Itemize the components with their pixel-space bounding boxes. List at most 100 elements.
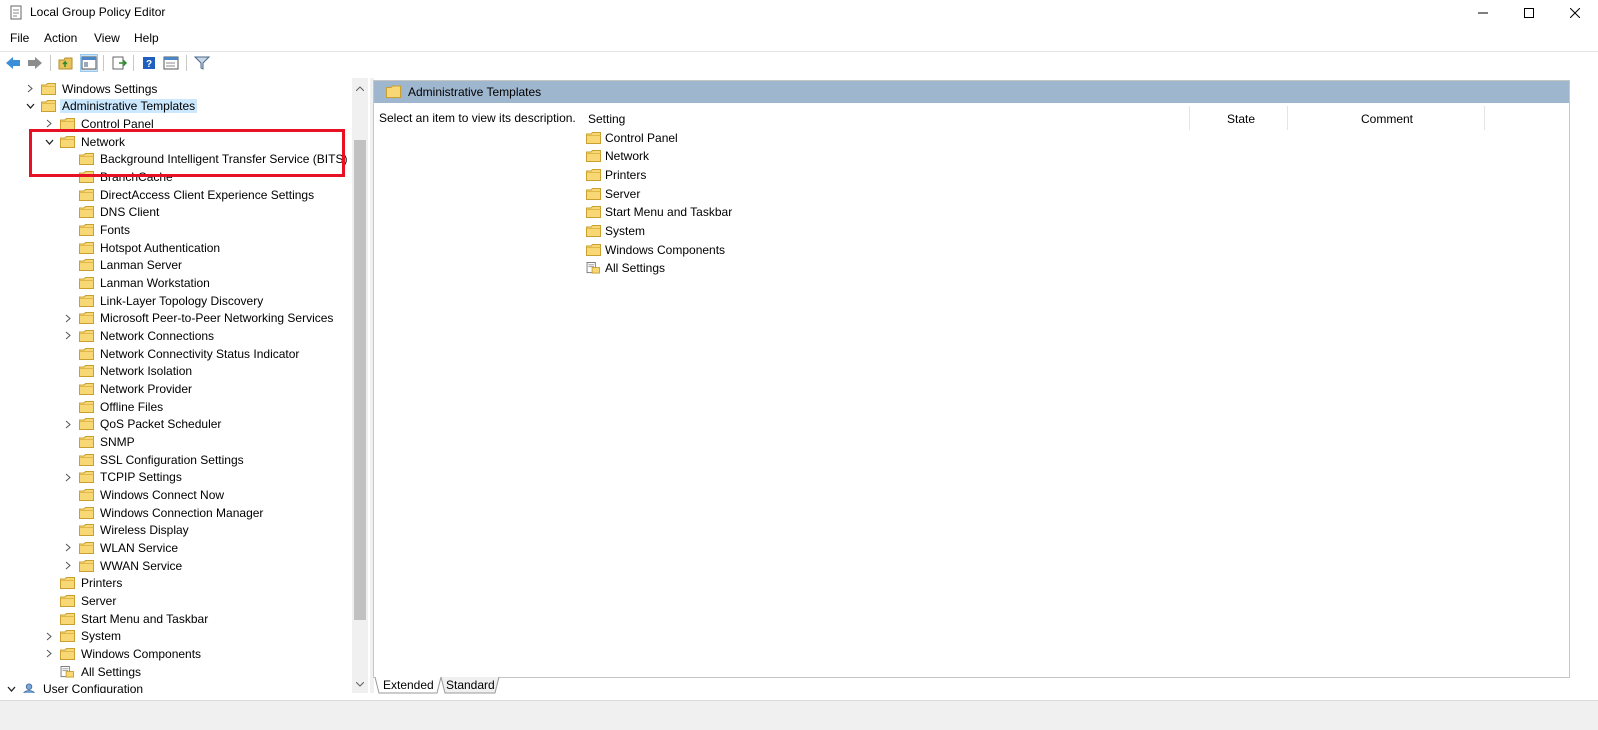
tab-standard[interactable]: Standard xyxy=(438,677,503,693)
chevron-right-icon[interactable] xyxy=(43,630,55,642)
tree-item[interactable]: WLAN Service xyxy=(62,539,180,556)
tree-item[interactable]: Network Connections xyxy=(62,327,216,344)
tree-item[interactable]: DirectAccess Client Experience Settings xyxy=(62,186,316,203)
list-item[interactable]: Control Panel xyxy=(586,129,678,146)
tree-item-label: Network Connections xyxy=(100,328,215,343)
tree-item[interactable]: Microsoft Peer-to-Peer Networking Servic… xyxy=(62,310,335,327)
tree-item[interactable]: Fonts xyxy=(62,221,132,238)
tree-item[interactable]: Start Menu and Taskbar xyxy=(43,610,210,627)
tree-item[interactable]: System xyxy=(43,628,123,645)
show-hide-console-tree-button[interactable] xyxy=(80,54,98,72)
chevron-right-icon[interactable] xyxy=(62,542,74,554)
chevron-down-icon[interactable] xyxy=(24,100,36,112)
tree-item[interactable]: Network Provider xyxy=(62,380,194,397)
tree-item[interactable]: SNMP xyxy=(62,433,137,450)
tree-item[interactable]: QoS Packet Scheduler xyxy=(62,416,223,433)
tab-extended[interactable]: Extended xyxy=(375,677,442,693)
chevron-down-icon[interactable] xyxy=(43,136,55,148)
export-list-button[interactable] xyxy=(110,54,128,72)
tree-item[interactable]: Network xyxy=(43,133,127,150)
column-comment[interactable]: Comment xyxy=(1361,108,1413,130)
properties-button[interactable] xyxy=(162,54,180,72)
list-item[interactable]: Network xyxy=(586,148,649,165)
tree-item[interactable]: Server xyxy=(43,592,118,609)
column-setting[interactable]: Setting xyxy=(588,108,625,130)
folder-icon xyxy=(79,453,94,466)
chevron-right-icon[interactable] xyxy=(43,118,55,130)
tree-item[interactable]: Link-Layer Topology Discovery xyxy=(62,292,265,309)
tree-item[interactable]: Network Connectivity Status Indicator xyxy=(62,345,301,362)
tree-item[interactable]: Lanman Workstation xyxy=(62,274,212,291)
chevron-right-icon[interactable] xyxy=(62,312,74,324)
chevron-right-icon[interactable] xyxy=(62,560,74,572)
help-button[interactable]: ? xyxy=(140,54,158,72)
toolbar: ? xyxy=(0,51,1598,74)
tree-item[interactable]: Lanman Server xyxy=(62,257,184,274)
scroll-thumb[interactable] xyxy=(354,140,366,620)
column-state[interactable]: State xyxy=(1227,108,1255,130)
tree-item[interactable]: WWAN Service xyxy=(62,557,184,574)
list-item[interactable]: System xyxy=(586,223,645,240)
tree-item-label: Hotspot Authentication xyxy=(100,240,221,255)
menu-help[interactable]: Help xyxy=(134,31,159,45)
tree-item[interactable]: Wireless Display xyxy=(62,522,191,539)
tree-item-label: Link-Layer Topology Discovery xyxy=(100,293,264,308)
list-item[interactable]: Printers xyxy=(586,166,646,183)
folder-icon xyxy=(60,577,75,590)
up-one-level-button[interactable] xyxy=(57,54,75,72)
tree-item[interactable]: User Configuration xyxy=(5,681,145,693)
tree-item[interactable]: BranchCache xyxy=(62,168,175,185)
chevron-right-icon[interactable] xyxy=(62,418,74,430)
filter-button[interactable] xyxy=(193,54,211,72)
tree-item[interactable]: Hotspot Authentication xyxy=(62,239,222,256)
list-item[interactable]: All Settings xyxy=(586,260,665,277)
back-button[interactable] xyxy=(4,54,22,72)
folder-icon xyxy=(586,168,601,181)
tree-item[interactable]: TCPIP Settings xyxy=(62,469,184,486)
scroll-down-icon[interactable] xyxy=(352,676,368,692)
chevron-right-icon[interactable] xyxy=(62,330,74,342)
tree-item[interactable]: Background Intelligent Transfer Service … xyxy=(62,151,349,168)
tree-scrollbar[interactable] xyxy=(352,78,368,693)
tree-item[interactable]: Offline Files xyxy=(62,398,165,415)
tree-item[interactable]: All Settings xyxy=(43,663,143,680)
chevron-right-icon[interactable] xyxy=(43,648,55,660)
tree-item-icon xyxy=(79,329,98,342)
tree-item-label: Windows Components xyxy=(81,646,202,661)
tree-item[interactable]: SSL Configuration Settings xyxy=(62,451,246,468)
tree-item-icon xyxy=(41,82,60,95)
list-item-icon xyxy=(586,150,605,163)
column-comment-label: Comment xyxy=(1361,112,1414,126)
list-item[interactable]: Windows Components xyxy=(586,241,725,258)
tree-item[interactable]: Administrative Templates xyxy=(24,98,198,115)
menu-view[interactable]: View xyxy=(94,31,120,45)
folder-icon xyxy=(60,612,75,625)
maximize-button[interactable] xyxy=(1506,0,1552,26)
list-item[interactable]: Server xyxy=(586,185,640,202)
minimize-button[interactable] xyxy=(1460,0,1506,26)
forward-button[interactable] xyxy=(26,54,44,72)
tree-item[interactable]: Windows Connect Now xyxy=(62,486,226,503)
tree-item[interactable]: Control Panel xyxy=(43,115,156,132)
chevron-down-icon[interactable] xyxy=(5,683,17,693)
tree-item[interactable]: Windows Settings xyxy=(24,80,159,97)
folder-icon xyxy=(79,488,94,501)
menu-file[interactable]: File xyxy=(10,31,29,45)
close-button[interactable] xyxy=(1552,0,1598,26)
scroll-up-icon[interactable] xyxy=(352,80,368,96)
tree-item-icon xyxy=(41,100,60,113)
tree-item[interactable]: Windows Components xyxy=(43,645,203,662)
chevron-right-icon[interactable] xyxy=(24,83,36,95)
list-item[interactable]: Start Menu and Taskbar xyxy=(586,204,732,221)
tree-item[interactable]: DNS Client xyxy=(62,204,161,221)
tree-item[interactable]: Network Isolation xyxy=(62,363,194,380)
tree-item[interactable]: Printers xyxy=(43,575,124,592)
chevron-right-icon[interactable] xyxy=(62,471,74,483)
tree-item[interactable]: Windows Connection Manager xyxy=(62,504,265,521)
tree-item-icon xyxy=(60,577,79,590)
menu-action[interactable]: Action xyxy=(44,31,77,45)
